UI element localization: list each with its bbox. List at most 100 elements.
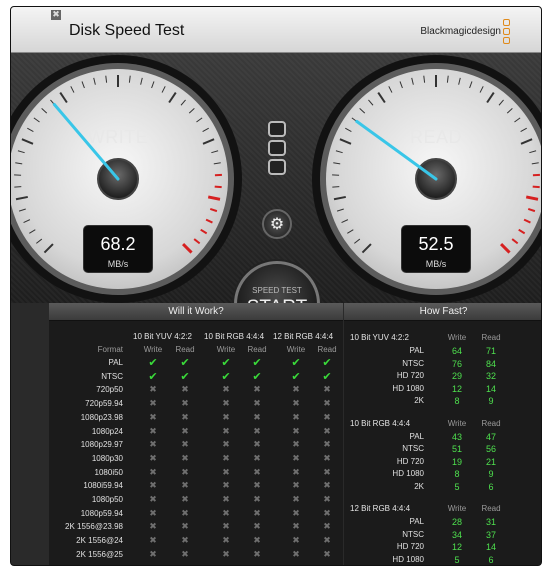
dial-tick (532, 185, 540, 189)
format-label: 720p59.94 (85, 399, 123, 409)
disk-stack-icon[interactable] (268, 121, 286, 178)
read-fps-value: 14 (485, 383, 496, 394)
check-icon: ✔ (148, 369, 158, 383)
column-label: Read (317, 345, 337, 354)
cross-icon: ✖ (253, 399, 261, 410)
cross-icon: ✖ (292, 549, 300, 560)
format-label: HD 720 (396, 371, 424, 380)
cross-icon: ✖ (149, 495, 157, 505)
cross-icon: ✖ (149, 536, 157, 547)
read-fps-value: 47 (485, 431, 496, 442)
read-column-label: Read (481, 418, 501, 428)
cross-icon: ✖ (292, 467, 300, 478)
write-fps-value: 5 (454, 554, 460, 565)
read-column-label: Read (481, 504, 501, 513)
check-icon: ✔ (291, 356, 301, 369)
dial-tick (214, 185, 222, 189)
cross-icon: ✖ (222, 426, 230, 437)
read-fps-value: 6 (488, 554, 494, 565)
cross-icon: ✖ (181, 481, 189, 492)
write-fps-value: 5 (454, 481, 460, 492)
cross-icon: ✖ (149, 440, 157, 451)
cross-icon: ✖ (292, 481, 300, 492)
write-fps-value: 28 (451, 517, 462, 527)
cross-icon: ✖ (292, 453, 300, 464)
write-speed-value: 68.2 (100, 234, 136, 254)
check-icon: ✔ (252, 356, 262, 369)
read-column-label: Read (481, 333, 501, 342)
format-label: PAL (108, 358, 123, 367)
gear-icon[interactable]: ⚙ (262, 209, 292, 239)
cross-icon: ✖ (323, 522, 331, 533)
read-fps-value: 71 (485, 346, 496, 356)
cross-icon: ✖ (181, 412, 189, 423)
cross-icon: ✖ (222, 440, 230, 451)
dial-tick (332, 186, 340, 188)
write-fps-value: 43 (451, 431, 462, 442)
cross-icon: ✖ (323, 508, 331, 519)
read-fps-value: 21 (485, 456, 496, 467)
cross-icon: ✖ (149, 399, 157, 410)
format-label: 1080p30 (91, 453, 123, 463)
cross-icon: ✖ (292, 536, 300, 547)
format-group-header: 10 Bit RGB 4:4:4 (204, 332, 265, 341)
read-fps-value: 84 (485, 358, 496, 369)
cross-icon: ✖ (253, 508, 261, 519)
format-label: 2K 1556@23.98 (65, 522, 123, 532)
cross-icon: ✖ (181, 522, 189, 533)
cross-icon: ✖ (323, 481, 331, 492)
cross-icon: ✖ (323, 412, 331, 423)
check-icon: ✔ (221, 356, 231, 369)
how-fast-panel: How Fast? 10 Bit YUV 4:2:2 Write Read PAL 64… (344, 303, 541, 565)
check-icon: ✔ (322, 356, 332, 369)
cross-icon: ✖ (292, 412, 300, 423)
write-fps-value: 12 (451, 383, 462, 394)
cross-icon: ✖ (253, 522, 261, 533)
cross-icon: ✖ (222, 508, 230, 519)
cross-icon: ✖ (222, 495, 230, 505)
app-window: ✖ Disk Speed Test Blackmagicdesign WRITE… (10, 6, 542, 566)
cross-icon: ✖ (323, 453, 331, 464)
cross-icon: ✖ (222, 385, 230, 396)
cross-icon: ✖ (149, 481, 157, 492)
will-it-work-panel: Will it Work? 10 Bit YUV 4:2:2 10 Bit RGB… (49, 303, 343, 565)
will-it-work-title: Will it Work? (49, 303, 343, 321)
write-fps-value: 64 (451, 346, 462, 356)
cross-icon: ✖ (253, 426, 261, 437)
write-fps-value: 12 (451, 542, 462, 552)
write-fps-value: 76 (451, 358, 462, 369)
cross-icon: ✖ (222, 536, 230, 547)
format-label: 1080p24 (91, 426, 123, 436)
check-icon: ✔ (221, 369, 231, 383)
read-fps-value: 6 (488, 481, 494, 492)
read-fps-value: 9 (488, 469, 494, 479)
cross-icon: ✖ (181, 467, 189, 478)
cross-icon: ✖ (149, 508, 157, 519)
column-label: Read (247, 345, 267, 354)
section-header: 10 Bit YUV 4:2:2 (350, 333, 409, 342)
read-fps-value: 31 (485, 517, 496, 527)
column-label: Write (216, 345, 236, 354)
format-group-header: 10 Bit YUV 4:2:2 (133, 332, 192, 341)
write-fps-value: 8 (454, 469, 460, 479)
format-label: HD 1080 (392, 469, 424, 478)
title-bar: ✖ Disk Speed Test Blackmagicdesign (11, 7, 541, 53)
format-label: 1080p29.97 (80, 440, 123, 450)
cross-icon: ✖ (253, 385, 261, 396)
cross-icon: ✖ (253, 536, 261, 547)
gauge-area: WRITE READ 68.2 MB/s 52.5 MB/s ⚙ SPEED T… (11, 53, 541, 347)
cross-icon: ✖ (253, 467, 261, 478)
cross-icon: ✖ (323, 440, 331, 451)
app-title: Disk Speed Test (69, 22, 185, 39)
write-readout: 68.2 MB/s (83, 225, 153, 273)
cross-icon: ✖ (149, 385, 157, 396)
format-column-header: Format (97, 345, 123, 354)
format-label: 720p50 (96, 385, 123, 395)
cross-icon: ✖ (292, 385, 300, 396)
format-group-header: 12 Bit RGB 4:4:4 (273, 332, 334, 341)
cross-icon: ✖ (292, 495, 300, 505)
format-label: PAL (409, 431, 424, 441)
close-icon[interactable]: ✖ (51, 10, 61, 20)
format-label: 2K (414, 396, 424, 405)
how-fast-title: How Fast? (344, 303, 541, 321)
